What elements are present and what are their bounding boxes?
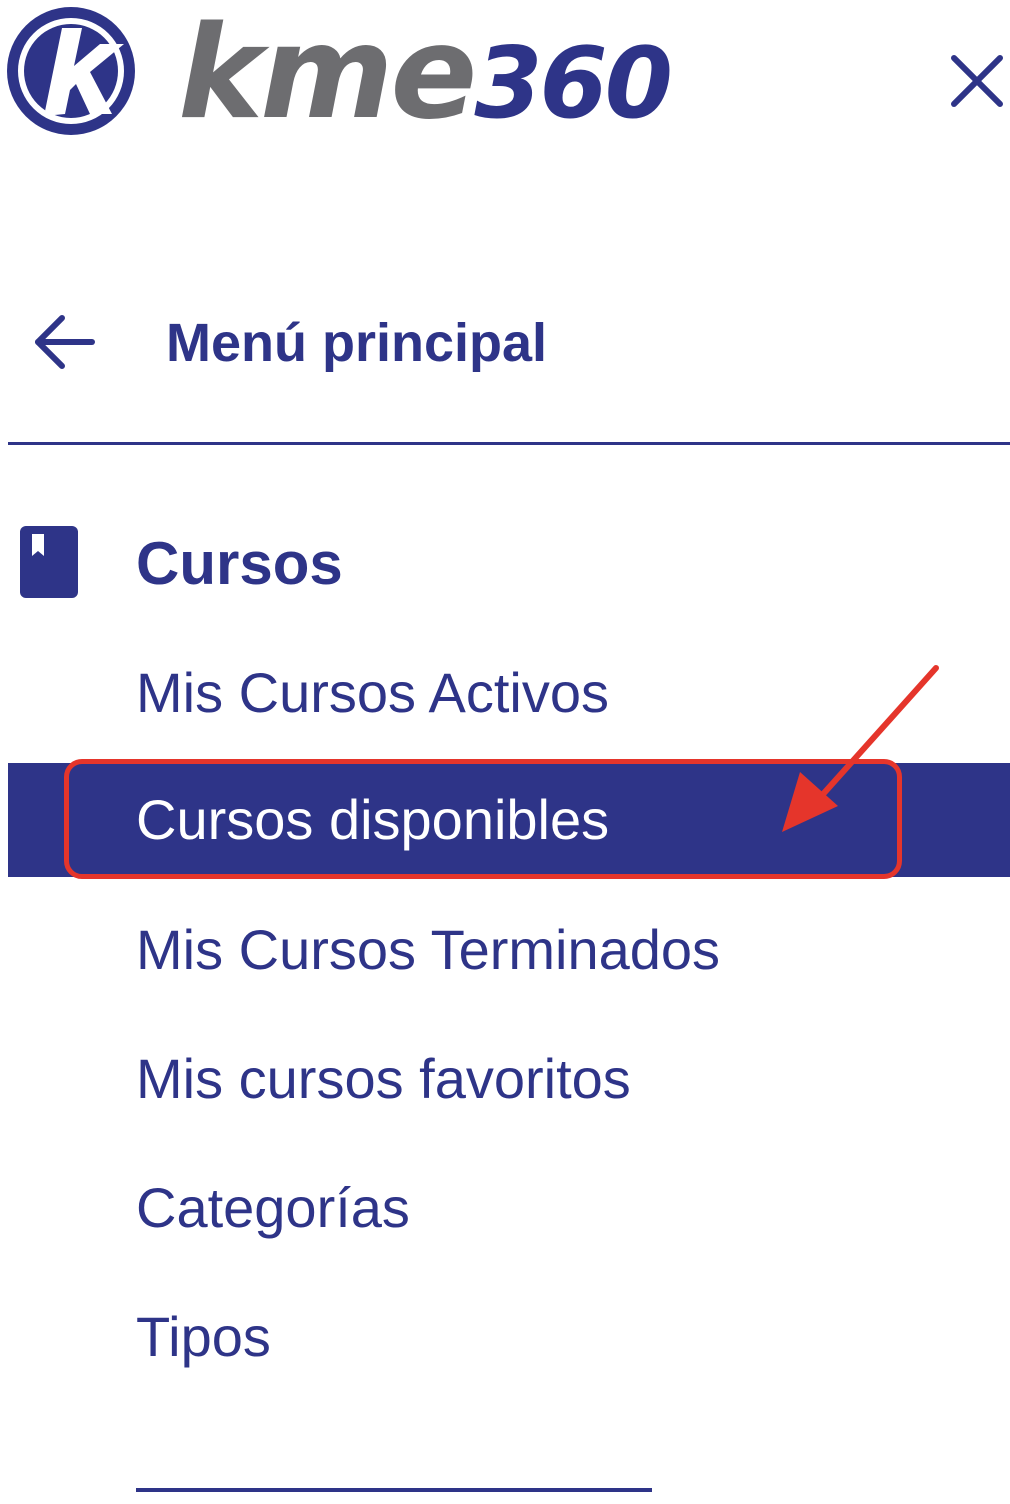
section-title: Cursos bbox=[136, 530, 343, 597]
menu-item-mis-cursos-terminados[interactable]: Mis Cursos Terminados bbox=[8, 893, 1010, 1007]
back-to-main-menu-button[interactable]: Menú principal bbox=[0, 290, 1010, 400]
brand-logo-wordmark: kme360 bbox=[178, 10, 673, 142]
red-arrow-pointer-icon bbox=[770, 660, 950, 840]
kme360-logo-icon bbox=[4, 4, 138, 138]
menu-item-label: Tipos bbox=[136, 1305, 271, 1368]
menu-item-mis-cursos-favoritos[interactable]: Mis cursos favoritos bbox=[8, 1022, 1010, 1136]
menu-item-label: Categorías bbox=[136, 1176, 410, 1239]
brand-logo-number: 360 bbox=[474, 27, 673, 141]
menu-item-label: Mis Cursos Terminados bbox=[136, 918, 721, 981]
close-button[interactable] bbox=[944, 48, 1010, 114]
close-icon bbox=[951, 55, 1003, 107]
section-header-cursos: Cursos bbox=[0, 518, 1010, 608]
divider bbox=[8, 442, 1010, 445]
menu-item-categorias[interactable]: Categorías bbox=[8, 1151, 1010, 1265]
book-icon bbox=[20, 526, 78, 598]
bottom-divider bbox=[136, 1488, 652, 1492]
brand-logo-kme: kme bbox=[178, 0, 477, 148]
menu-item-tipos[interactable]: Tipos bbox=[8, 1280, 1010, 1394]
header: kme360 bbox=[0, 0, 1010, 170]
menu-item-label: Mis Cursos Activos bbox=[136, 661, 609, 724]
arrow-left-icon bbox=[30, 312, 98, 372]
menu-item-label: Mis cursos favoritos bbox=[136, 1047, 631, 1110]
back-label: Menú principal bbox=[166, 313, 548, 373]
